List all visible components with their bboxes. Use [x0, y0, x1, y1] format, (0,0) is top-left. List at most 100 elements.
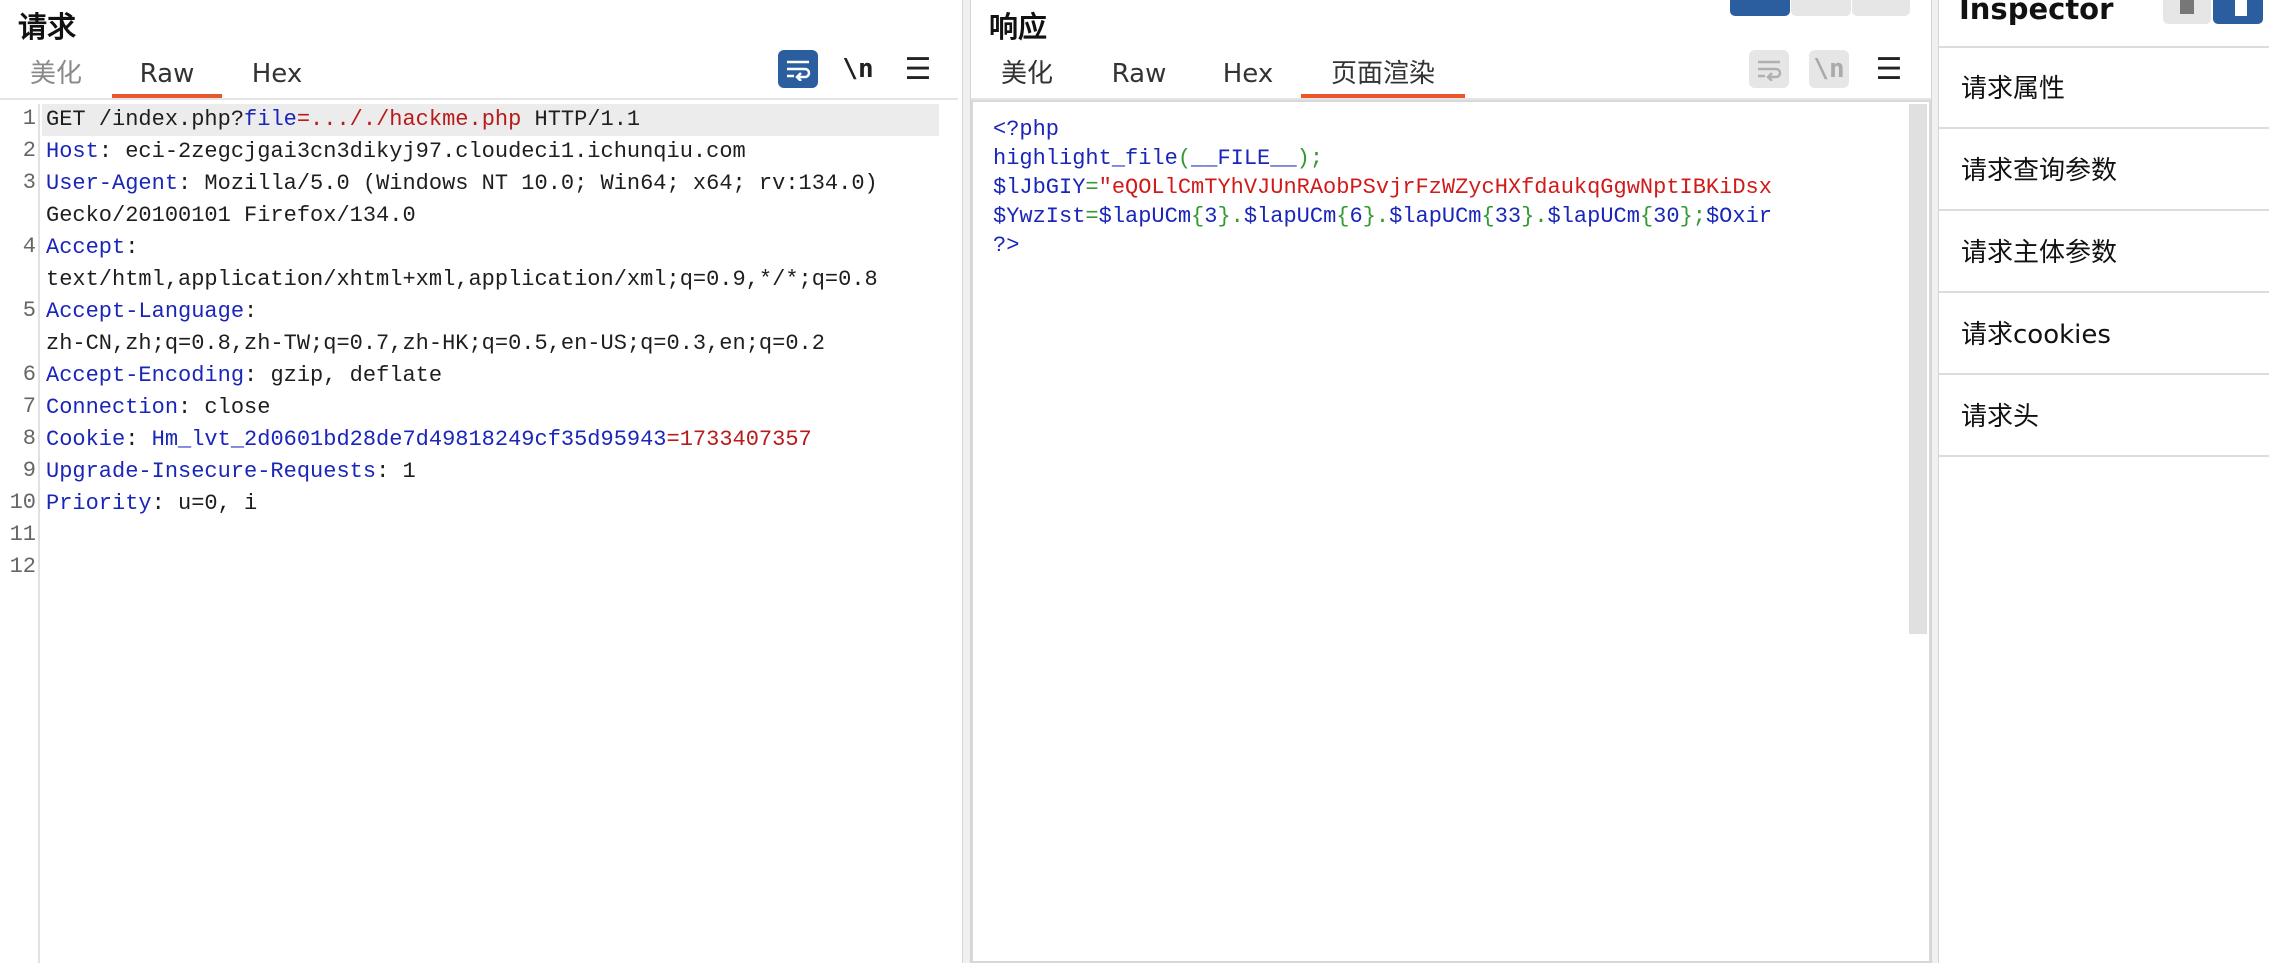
- request-line: Cookie: Hm_lvt_2d0601bd28de7d49818249cf3…: [46, 425, 812, 455]
- request-tab-divider: [0, 98, 958, 100]
- response-panel: 响应 美化 Raw Hex 页面渲染 \n ☰ <?php highlight_f…: [971, 0, 1931, 963]
- php-token: =: [1085, 204, 1099, 229]
- dock-right-icon: [2235, 0, 2247, 16]
- line-number: 6: [22, 362, 36, 387]
- rendered-page-view[interactable]: <?php highlight_file(__FILE__); $lJbGIY="e…: [971, 100, 1931, 963]
- newline-icon: \n: [842, 54, 874, 84]
- php-token: {: [1336, 204, 1350, 229]
- show-newlines-button[interactable]: \n: [838, 50, 878, 88]
- php-token: ?>: [993, 233, 1020, 258]
- php-token: __FILE__: [1191, 146, 1297, 171]
- request-token: text/html,application/xhtml+xml,applicat…: [46, 267, 878, 292]
- request-line: text/html,application/xhtml+xml,applicat…: [46, 265, 878, 295]
- request-line: Host: eci-2zegcjgai3cn3dikyj97.cloudeci1…: [46, 137, 746, 167]
- php-token: {: [1191, 204, 1205, 229]
- request-token: User-Agent: [46, 171, 179, 196]
- newline-icon: \n: [1813, 54, 1845, 84]
- inspector-dock-button[interactable]: [2213, 0, 2263, 24]
- request-token: zh-CN,zh;q=0.8,zh-TW;q=0.7,zh-HK;q=0.5,e…: [46, 331, 825, 356]
- php-token: $lapUCm: [1547, 204, 1640, 229]
- request-line: Priority: u=0, i: [46, 489, 257, 519]
- request-token: Priority: [46, 491, 152, 516]
- php-token: }.: [1217, 204, 1244, 229]
- tab-response-render[interactable]: 页面渲染: [1301, 54, 1465, 98]
- request-line: Connection: close: [46, 393, 270, 423]
- line-number: 2: [22, 138, 36, 163]
- php-source-line: $lJbGIY="eQOLlCmTYhVJUnRAobPSvjrFzWZycHX…: [993, 174, 1772, 202]
- response-menu-button[interactable]: ☰: [1869, 50, 1909, 88]
- inspector-headers[interactable]: 请求头: [1939, 377, 2269, 457]
- php-source-line: $YwzIst=$lapUCm{3}.$lapUCm{6}.$lapUCm{33…: [993, 203, 1772, 231]
- php-source-line: ?>: [993, 232, 1019, 260]
- inspector-body-params[interactable]: 请求主体参数: [1939, 213, 2269, 293]
- response-title: 响应: [989, 10, 1048, 44]
- request-token: :: [244, 299, 258, 324]
- layout-tabs-button[interactable]: [1852, 0, 1910, 16]
- request-panel: 请求 美化 Raw Hex \n ☰ 1 GET /index.php?file=…: [0, 0, 962, 963]
- inspector-layout-button[interactable]: [2163, 0, 2211, 24]
- php-token: 33: [1494, 204, 1522, 229]
- inspector-title: Inspector: [1959, 0, 2114, 26]
- request-line: Accept-Language:: [46, 297, 257, 327]
- request-token: Connection: [46, 395, 179, 420]
- request-line: zh-CN,zh;q=0.8,zh-TW;q=0.7,zh-HK;q=0.5,e…: [46, 329, 825, 359]
- php-token: $Oxir: [1705, 204, 1772, 229]
- inspector-query-params[interactable]: 请求查询参数: [1939, 131, 2269, 211]
- word-wrap-icon: [787, 60, 811, 81]
- line-number: 5: [22, 298, 36, 323]
- tab-response-raw[interactable]: Raw: [1111, 54, 1167, 94]
- php-token: };: [1679, 204, 1706, 229]
- panel-icon: [2180, 0, 2194, 14]
- php-token: );: [1296, 146, 1324, 171]
- line-number: 1: [22, 106, 36, 131]
- request-token: Hm_lvt_2d0601bd28de7d49818249cf35d95943: [151, 427, 667, 452]
- request-token: file: [244, 107, 297, 132]
- inspector-request-attributes[interactable]: 请求属性: [1939, 49, 2269, 129]
- php-token: 30: [1653, 204, 1680, 229]
- hamburger-menu-icon: ☰: [1875, 51, 1903, 87]
- tab-response-pretty[interactable]: 美化: [999, 54, 1055, 94]
- php-token: {: [1639, 204, 1654, 229]
- php-source-line: highlight_file(__FILE__);: [993, 145, 1323, 173]
- panel-splitter[interactable]: [962, 0, 971, 963]
- php-token: $lJbGIY: [993, 175, 1086, 200]
- tab-request-pretty[interactable]: 美化: [28, 54, 84, 94]
- tab-request-hex[interactable]: Hex: [250, 54, 304, 94]
- php-token: }.: [1521, 204, 1548, 229]
- layout-side-by-side-button[interactable]: [1730, 0, 1790, 16]
- tab-request-raw[interactable]: Raw: [112, 54, 222, 98]
- response-show-newlines-button[interactable]: \n: [1809, 50, 1849, 88]
- request-line: Upgrade-Insecure-Requests: 1: [46, 457, 416, 487]
- line-number: 9: [22, 458, 36, 483]
- response-word-wrap-button[interactable]: [1749, 50, 1789, 88]
- layout-top-bottom-button[interactable]: [1791, 0, 1851, 16]
- line-number: 8: [22, 426, 36, 451]
- request-menu-button[interactable]: ☰: [898, 50, 938, 88]
- php-token: 3: [1204, 204, 1218, 229]
- request-title: 请求: [18, 10, 77, 44]
- word-wrap-toggle-button[interactable]: [778, 50, 818, 88]
- request-token: HTTP/1.1: [521, 107, 641, 132]
- inspector-cookies[interactable]: 请求cookies: [1939, 295, 2269, 375]
- php-source-line: <?php: [993, 116, 1059, 144]
- request-line: GET /index.php?file=..././hackme.php HTT…: [46, 105, 640, 135]
- request-token: : u=0, i: [151, 491, 258, 516]
- php-token: "eQOLlCmTYhVJUnRAobPSvjrFzWZycHXfdaukqGg…: [1098, 175, 1772, 200]
- php-token: $lapUCm: [1098, 204, 1192, 229]
- request-token: Upgrade-Insecure-Requests: [46, 459, 377, 484]
- line-number: 3: [22, 170, 36, 195]
- request-token: =..././hackme.php: [296, 107, 522, 132]
- vertical-scrollbar[interactable]: [1909, 104, 1927, 634]
- inspector-splitter[interactable]: [1931, 0, 1939, 963]
- request-token: :: [125, 427, 152, 452]
- inspector-panel: Inspector 请求属性 请求查询参数 请求主体参数 请求cookies 请…: [1939, 0, 2269, 963]
- request-token: GET /index.php?: [46, 107, 245, 132]
- line-number: 11: [9, 522, 36, 547]
- php-token: $lapUCm: [1389, 204, 1482, 229]
- php-token: highlight_file: [993, 146, 1178, 171]
- request-token: Host: [46, 139, 99, 164]
- php-token: $lapUCm: [1243, 204, 1337, 229]
- request-token: =1733407357: [666, 427, 812, 452]
- php-token: }.: [1362, 204, 1390, 229]
- tab-response-hex[interactable]: Hex: [1221, 54, 1275, 94]
